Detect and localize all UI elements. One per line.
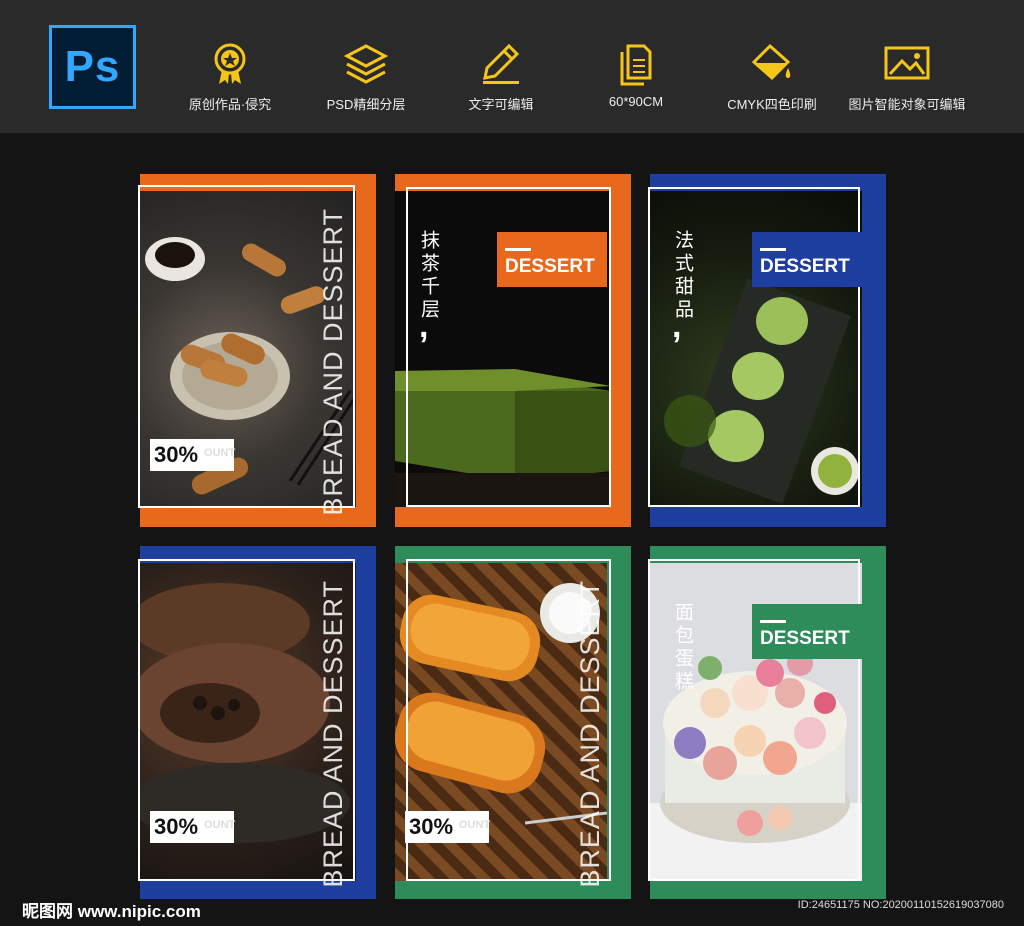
comma-mark: ,: [672, 307, 682, 345]
discount-ghost-text: OUNT: [204, 819, 236, 831]
discount-ghost-text: OUNT: [459, 819, 491, 831]
poster-card-6: 面包蛋糕 DESSERT: [648, 546, 886, 899]
watermark-id: ID:24651175 NO:20200110152619037080: [797, 899, 1004, 911]
tag-bar: [760, 620, 786, 623]
discount-ghost-text: OUNT: [204, 447, 236, 459]
poster-card-1: BREAD AND DESSERT 30% OUNT: [138, 174, 376, 527]
poster-card-5: BREAD AND DESSERT 30% OUNT: [395, 546, 631, 899]
dessert-tag: DESSERT: [752, 604, 862, 659]
discount-value: 30%: [154, 442, 199, 467]
discount-value: 30%: [409, 814, 454, 839]
poster-card-4: BREAD AND DESSERT 30% OUNT: [138, 546, 376, 899]
top-bar: Ps 原创作品·侵究 PSD精细分层 文字可编辑 60*90CM CMYK四色印…: [0, 0, 1024, 133]
dessert-tag: DESSERT: [497, 232, 607, 287]
dessert-label: DESSERT: [760, 628, 850, 649]
dessert-tag: DESSERT: [752, 232, 862, 287]
poster-card-2: 抹茶千层 , DESSERT: [395, 174, 631, 527]
discount-value: 30%: [154, 814, 199, 839]
dessert-label: DESSERT: [760, 256, 850, 277]
vertical-title: BREAD AND DESSERT: [575, 580, 605, 888]
dessert-label: DESSERT: [505, 256, 595, 277]
discount-badge: 30% OUNT: [150, 439, 236, 471]
tag-bar: [505, 248, 531, 251]
vertical-title: BREAD AND DESSERT: [318, 580, 348, 888]
feature-smart-object: 图片智能对象可编辑: [827, 42, 987, 113]
comma-mark: ,: [419, 307, 429, 345]
poster-card-3: 法式甜品 , DESSERT: [648, 174, 886, 527]
image-icon: [827, 42, 987, 86]
discount-badge: 30% OUNT: [405, 811, 491, 843]
chinese-title: 面包蛋糕: [672, 602, 693, 694]
vertical-title: BREAD AND DESSERT: [318, 208, 348, 516]
photoshop-logo-icon: Ps: [49, 25, 136, 109]
discount-badge: 30% OUNT: [150, 811, 236, 843]
watermark-site: 昵图网 www.nipic.com: [22, 902, 201, 921]
tag-bar: [760, 248, 786, 251]
